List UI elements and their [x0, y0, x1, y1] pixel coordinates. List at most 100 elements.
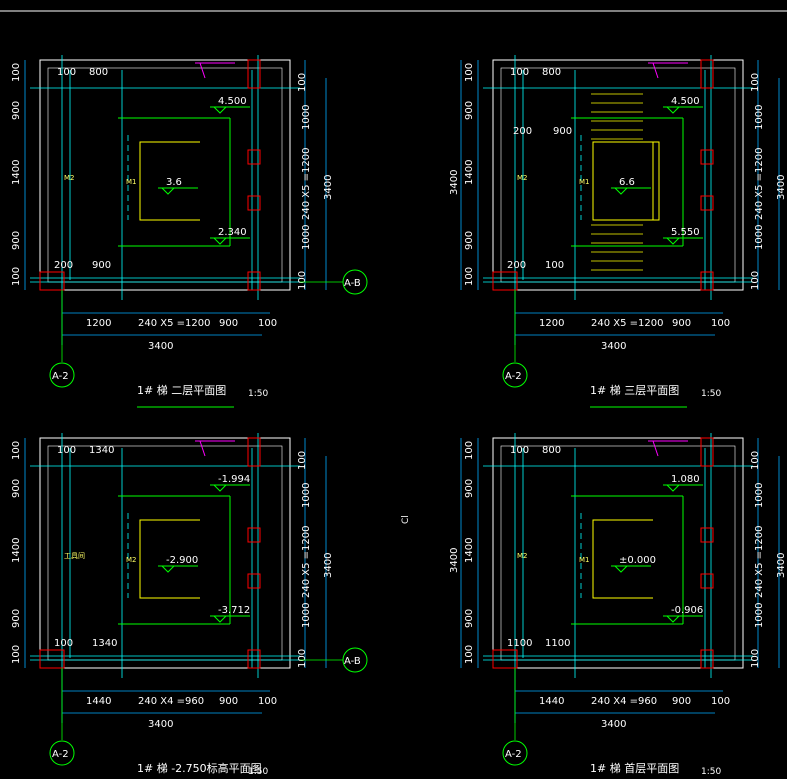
dim-top: 800	[542, 445, 561, 456]
dim-left: 1400	[464, 538, 475, 563]
dim-left: 100	[11, 645, 22, 664]
dim-inner: 200	[54, 260, 73, 271]
dim-inner: 100	[54, 638, 73, 649]
room-label: M1	[579, 178, 590, 186]
dim-right-end: 100	[297, 451, 308, 470]
dim-bottom: 240 X5 =1200	[591, 318, 664, 329]
dim-inner: 1100	[507, 638, 532, 649]
dim-left: 900	[464, 479, 475, 498]
dim-right: 1000	[754, 603, 765, 628]
dim-right: 1000	[754, 225, 765, 250]
dim-right-total: 3400	[776, 175, 787, 200]
level-value: -2.900	[166, 555, 198, 566]
dim-left: 900	[464, 231, 475, 250]
dim-right-end: 100	[750, 73, 761, 92]
dim-left: 100	[11, 63, 22, 82]
axis-bubble-a-label: A-2	[52, 371, 69, 382]
level-value: 1.080	[671, 474, 700, 485]
dim-bottom: 240 X5 =1200	[138, 318, 211, 329]
axis-bubble-b-label: A-B	[344, 278, 361, 289]
level-value: -1.994	[218, 474, 250, 485]
level-value: 4.500	[671, 96, 700, 107]
plan-title: 1# 梯 首层平面图	[590, 761, 679, 775]
room-label: M1	[579, 556, 590, 564]
dim-right-total: 3400	[323, 553, 334, 578]
dim-bottom: 100	[711, 696, 730, 707]
level-value: 5.550	[671, 227, 700, 238]
axis-bubble-a-label: A-2	[505, 749, 522, 760]
misc-label: Cl	[401, 515, 411, 524]
dim-left: 100	[11, 267, 22, 286]
room-label: M2	[517, 552, 528, 560]
dim-left: 1400	[464, 160, 475, 185]
plan-title: 1# 梯 -2.750标高平面图	[137, 761, 262, 775]
dim-bottom-total: 3400	[601, 341, 626, 352]
dim-right-end: 100	[750, 451, 761, 470]
dim-right: 1000	[754, 105, 765, 130]
dim-right: 1000	[301, 225, 312, 250]
dim-bottom-total: 3400	[601, 719, 626, 730]
dim-right-total: 3400	[776, 553, 787, 578]
axis-bubble-a-label: A-2	[52, 749, 69, 760]
dim-left: 900	[464, 101, 475, 120]
dim-right: 1000	[301, 603, 312, 628]
dim-left: 100	[11, 441, 22, 460]
dim-bottom: 900	[219, 696, 238, 707]
dim-right-end: 100	[297, 649, 308, 668]
dim-top: 1340	[89, 445, 114, 456]
dim-left: 100	[464, 645, 475, 664]
plan-title: 1# 梯 三层平面图	[590, 384, 679, 397]
dim-right: 1000	[754, 483, 765, 508]
plan-scale: 1:50	[701, 389, 721, 399]
room-label: 工具间	[64, 552, 85, 560]
dim-left: 1400	[11, 538, 22, 563]
dim-right: 1000	[301, 105, 312, 130]
dim-right-end: 100	[297, 271, 308, 290]
plan-scale: 1:50	[248, 389, 268, 399]
dim-top: 100	[57, 67, 76, 78]
dim-inner: 200	[513, 126, 532, 137]
dim-left: 900	[11, 479, 22, 498]
plan-scale: 1:50	[701, 767, 721, 777]
dim-left-total: 3400	[449, 548, 460, 573]
room-label: M1	[126, 178, 137, 186]
dim-inner: 1100	[545, 638, 570, 649]
level-value: 2.340	[218, 227, 247, 238]
dim-left: 900	[11, 231, 22, 250]
dim-top: 100	[510, 67, 529, 78]
dim-inner: 900	[92, 260, 111, 271]
dim-bottom: 1200	[86, 318, 111, 329]
axis-bubble-a-label: A-2	[505, 371, 522, 382]
plan-title: 1# 梯 二层平面图	[137, 384, 226, 397]
dim-inner: 1340	[92, 638, 117, 649]
dim-left: 1400	[11, 160, 22, 185]
dim-bottom: 1200	[539, 318, 564, 329]
room-label: M2	[517, 174, 528, 182]
plan-scale: 1:50	[248, 767, 268, 777]
dim-right-end: 100	[750, 271, 761, 290]
axis-bubble-b-label: A-B	[344, 656, 361, 667]
level-value: ±0.000	[619, 555, 656, 566]
dim-bottom: 1440	[86, 696, 111, 707]
dim-right: 240 X5 =1200	[301, 526, 312, 599]
dim-right: 1000	[301, 483, 312, 508]
level-value: 6.6	[619, 177, 635, 188]
dim-right: 240 X5 =1200	[301, 148, 312, 221]
dim-bottom: 1440	[539, 696, 564, 707]
dim-bottom: 240 X4 =960	[591, 696, 657, 707]
dim-left: 900	[11, 609, 22, 628]
dim-top: 800	[542, 67, 561, 78]
dim-left: 100	[464, 441, 475, 460]
dim-top: 100	[57, 445, 76, 456]
dim-bottom-total: 3400	[148, 719, 173, 730]
dim-left: 100	[464, 267, 475, 286]
dim-bottom: 900	[672, 318, 691, 329]
dim-left: 900	[11, 101, 22, 120]
level-value: 3.6	[166, 177, 182, 188]
dim-right-total: 3400	[323, 175, 334, 200]
room-label: M2	[64, 174, 75, 182]
dim-bottom: 240 X4 =960	[138, 696, 204, 707]
dim-bottom: 900	[672, 696, 691, 707]
dim-top: 800	[89, 67, 108, 78]
cad-drawing-canvas: 4.500 3.6 2.340 M2 M1 100 800 100 900 1400 900 100 1…	[0, 0, 787, 779]
